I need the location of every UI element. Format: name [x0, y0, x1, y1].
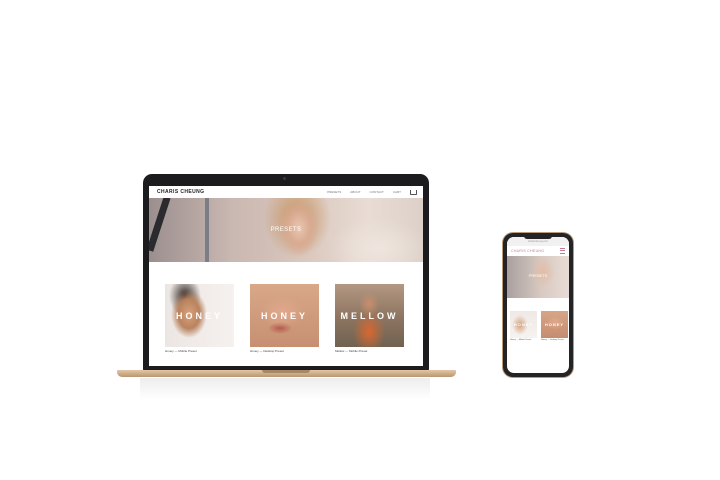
product-caption[interactable]: Honey — Desktop Preset	[541, 339, 568, 341]
cart-icon[interactable]	[410, 189, 417, 195]
nav-item-contact[interactable]: CONTACT	[370, 190, 384, 194]
product-image[interactable]: HONEY	[250, 284, 319, 347]
product-caption[interactable]: Honey — Mobile Preset	[510, 339, 537, 341]
nav-item-cart[interactable]: CART	[393, 190, 401, 194]
hero-title: PRESETS	[270, 227, 302, 233]
phone-site-header: CHARIS CHEUNG	[507, 246, 569, 256]
laptop-shadow	[140, 378, 430, 400]
site-logo[interactable]: CHARIS CHEUNG	[157, 189, 204, 195]
product-overlay-text: HONEY	[260, 311, 308, 321]
product-overlay-text: HONEY	[544, 322, 565, 327]
product-overlay-text: HONEY	[175, 311, 223, 321]
hero-decor	[149, 198, 171, 252]
phone-hero-title: PRESETS	[528, 273, 548, 278]
hamburger-menu-icon[interactable]	[560, 248, 565, 254]
product-grid: HONEY Honey — Mobile Preset HONEY Honey …	[149, 262, 423, 353]
laptop-camera	[283, 177, 286, 180]
product-overlay-text: MELLOW	[340, 311, 399, 321]
product-image[interactable]: HONEY	[541, 311, 568, 338]
laptop-mockup: CHARIS CHEUNG PRESETS ABOUT CONTACT CART…	[143, 174, 429, 371]
phone-product-grid: HONEY Honey — Mobile Preset HONEY Honey …	[507, 298, 569, 341]
site-nav: PRESETS ABOUT CONTACT CART	[327, 189, 417, 195]
product-card[interactable]: MELLOW Mellow — Mobile Preset	[335, 284, 404, 353]
product-caption[interactable]: Mellow — Mobile Preset	[335, 349, 404, 353]
laptop-opening-notch	[262, 370, 310, 373]
phone-site-logo[interactable]: CHARIS CHEUNG	[511, 249, 544, 253]
phone-notch	[524, 235, 552, 239]
product-card[interactable]: HONEY Honey — Desktop Preset	[250, 284, 319, 353]
hero-banner: PRESETS	[149, 198, 423, 262]
product-image[interactable]: HONEY	[165, 284, 234, 347]
phone-hero-banner: PRESETS	[507, 256, 569, 298]
phone-mockup: charischeung.com CHARIS CHEUNG PRESETS H…	[503, 233, 573, 377]
nav-item-about[interactable]: ABOUT	[350, 190, 360, 194]
product-card[interactable]: HONEY Honey — Mobile Preset	[165, 284, 234, 353]
product-caption[interactable]: Honey — Desktop Preset	[250, 349, 319, 353]
laptop-screen: CHARIS CHEUNG PRESETS ABOUT CONTACT CART…	[149, 186, 423, 366]
product-image[interactable]: MELLOW	[335, 284, 404, 347]
product-card[interactable]: HONEY Honey — Desktop Preset	[541, 311, 568, 341]
phone-screen: charischeung.com CHARIS CHEUNG PRESETS H…	[507, 237, 569, 373]
product-image[interactable]: HONEY	[510, 311, 537, 338]
product-card[interactable]: HONEY Honey — Mobile Preset	[510, 311, 537, 341]
product-caption[interactable]: Honey — Mobile Preset	[165, 349, 234, 353]
product-overlay-text: HONEY	[513, 322, 534, 327]
site-header: CHARIS CHEUNG PRESETS ABOUT CONTACT CART	[149, 186, 423, 198]
phone-url-text: charischeung.com	[527, 240, 549, 243]
nav-item-presets[interactable]: PRESETS	[327, 190, 341, 194]
